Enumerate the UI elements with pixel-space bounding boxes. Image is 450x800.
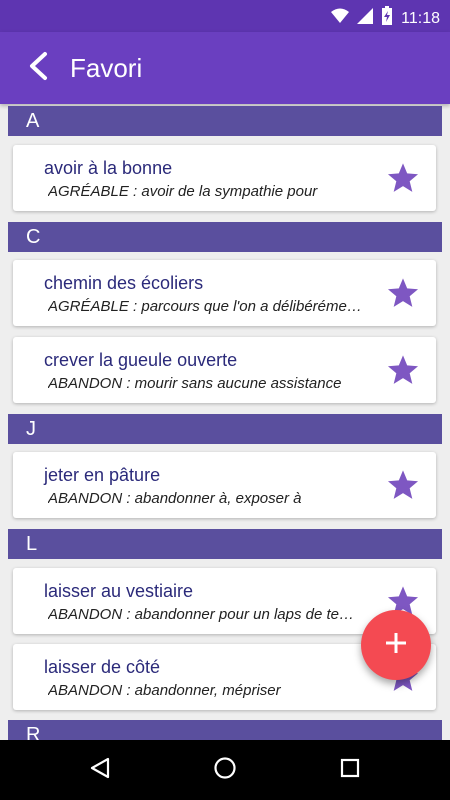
plus-icon — [384, 631, 408, 660]
entry-term: laisser au vestiaire — [44, 581, 194, 601]
list-item[interactable]: crever la gueule ouverte ABANDON : mouri… — [13, 337, 436, 403]
add-button[interactable] — [361, 610, 431, 680]
entry-term: jeter en pâture — [44, 465, 161, 485]
nav-home-icon — [213, 756, 237, 785]
nav-recents-button[interactable] — [334, 754, 366, 786]
nav-back-icon — [89, 757, 111, 784]
entry-definition: AGRÉABLE : parcours que l'on a délibérém… — [48, 298, 363, 315]
section-header-c: C — [8, 222, 442, 252]
star-icon[interactable] — [386, 354, 420, 386]
status-icons: 11:18 — [331, 6, 440, 31]
star-icon[interactable] — [386, 469, 420, 501]
list-item[interactable]: chemin des écoliers AGRÉABLE : parcours … — [13, 260, 436, 326]
section-header-l: L — [8, 529, 442, 559]
star-icon[interactable] — [386, 277, 420, 309]
nav-back-button[interactable] — [84, 754, 116, 786]
signal-icon — [357, 8, 374, 29]
nav-recents-icon — [340, 758, 360, 783]
battery-charging-icon — [381, 6, 393, 31]
entry-term: crever la gueule ouverte — [44, 350, 238, 370]
list-item[interactable]: jeter en pâture ABANDON : abandonner à, … — [13, 452, 436, 518]
entry-definition: ABANDON : abandonner, mépriser — [48, 682, 281, 699]
status-bar: 11:18 — [0, 0, 450, 32]
page-title: Favori — [70, 53, 143, 83]
app-bar: Favori — [0, 32, 450, 104]
wifi-icon — [331, 8, 350, 29]
entry-term: laisser de côté — [44, 657, 161, 677]
entry-term: avoir à la bonne — [44, 158, 173, 178]
list-item[interactable]: avoir à la bonne AGRÉABLE : avoir de la … — [13, 145, 436, 211]
entry-term: chemin des écoliers — [44, 273, 204, 293]
entry-definition: AGRÉABLE : avoir de la sympathie pour — [48, 183, 318, 200]
back-arrow-icon — [27, 51, 49, 86]
clock: 11:18 — [401, 9, 440, 27]
section-header-a: A — [8, 106, 442, 136]
back-button[interactable] — [20, 50, 56, 86]
entry-definition: ABANDON : abandonner à, exposer à — [48, 490, 302, 507]
entry-definition: ABANDON : abandonner pour un laps de tem… — [48, 606, 363, 623]
entry-definition: ABANDON : mourir sans aucune assistance — [48, 375, 342, 392]
section-header-r: R — [8, 720, 442, 740]
nav-home-button[interactable] — [209, 754, 241, 786]
navigation-bar — [0, 740, 450, 800]
star-icon[interactable] — [386, 162, 420, 194]
section-header-j: J — [8, 414, 442, 444]
